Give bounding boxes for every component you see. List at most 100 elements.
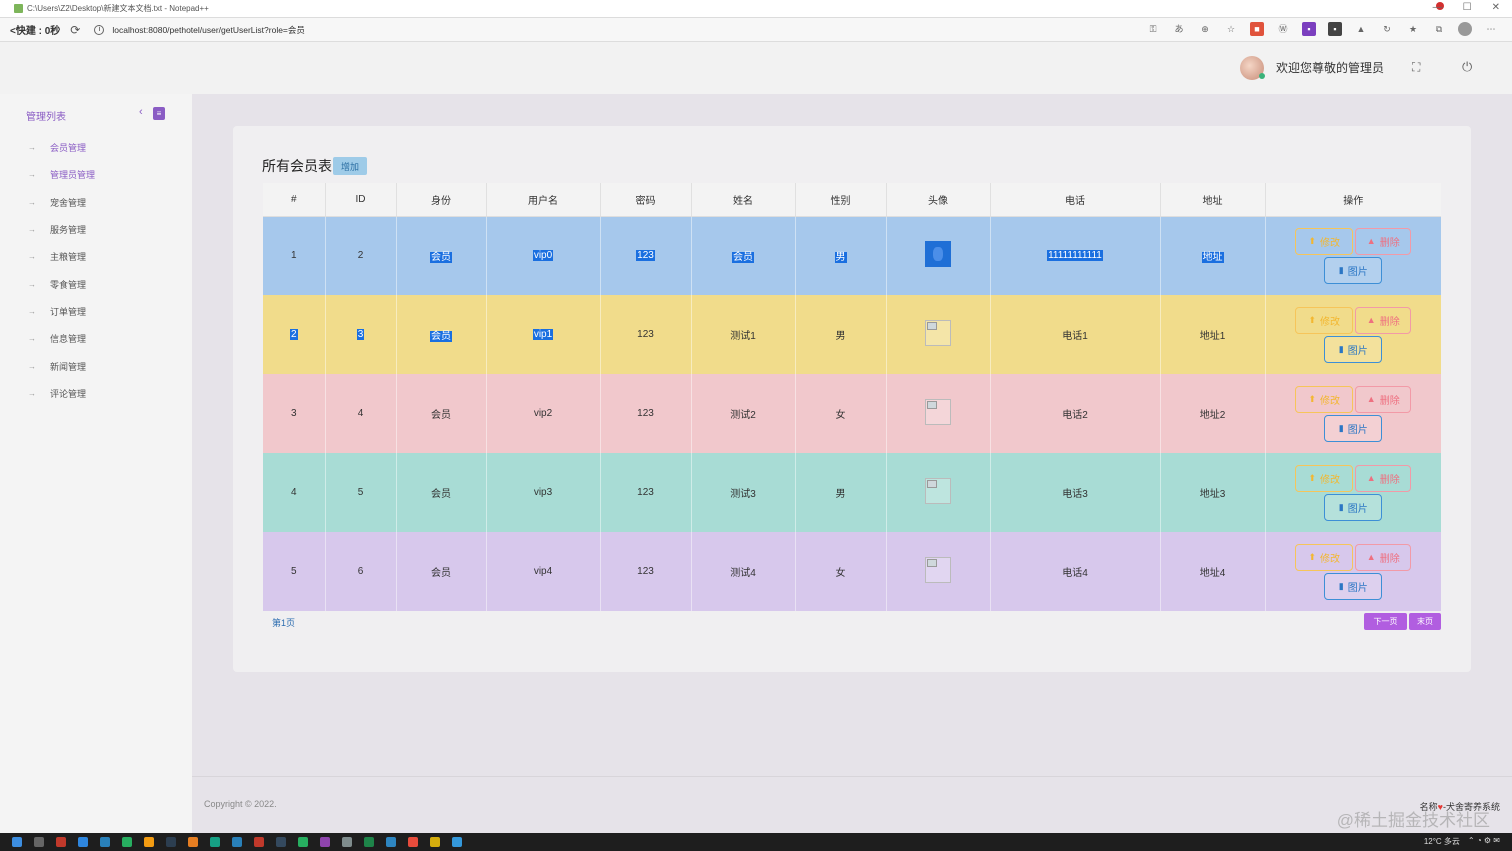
sidebar-item-kennel[interactable]: → 宠舍管理 [0,189,192,216]
fullscreen-icon[interactable]: ⛶ [1412,60,1420,75]
file-icon: ▮ [1338,580,1344,591]
image-button[interactable]: ▮ 图片 [1324,256,1383,284]
arrow-icon: → [28,252,36,262]
sidebar-item-member[interactable]: → 会员管理 [0,134,192,161]
minimize-icon[interactable]: — [1433,2,1443,13]
cell-username: vip3 [486,453,601,532]
sidebar-item-info[interactable]: → 信息管理 [0,325,192,352]
delete-button[interactable]: ▲ 删除 [1355,543,1412,571]
cell-id: 5 [325,453,397,532]
app-icon[interactable] [298,837,308,847]
extension-red-icon[interactable]: ■ [1250,22,1264,36]
app-icon[interactable] [188,837,198,847]
column-header: 身份 [396,183,487,217]
cell-username: vip2 [486,374,601,453]
delete-button[interactable]: ▲ 删除 [1355,464,1412,492]
edge-icon[interactable] [452,837,462,847]
cell-role-text: 会员 [430,252,452,264]
wechat-icon[interactable] [122,837,132,847]
edit-button[interactable]: ⬆ 修改 [1295,464,1354,492]
cell-num: 2 [263,295,326,374]
ide-icon[interactable] [166,837,176,847]
cell-avatar [886,453,991,532]
edit-button[interactable]: ⬆ 修改 [1295,227,1354,255]
close-icon[interactable]: ✕ [1492,2,1500,13]
image-button[interactable]: ▮ 图片 [1324,414,1383,442]
column-header: 用户名 [486,183,601,217]
image-button[interactable]: ▮ 图片 [1324,493,1383,521]
app-icon[interactable] [254,837,264,847]
delete-button[interactable]: ▲ 删除 [1355,227,1412,255]
app-icon[interactable] [342,837,352,847]
window-title: C:\Users\Z2\Desktop\新建文本文档.txt - Notepad… [27,4,209,13]
app-icon[interactable] [408,837,418,847]
sidebar-item-news[interactable]: → 新闻管理 [0,352,192,379]
collapse-icon[interactable]: ‹ [139,106,143,118]
table-row: 1 2 会员 vip0 123 会员 男 11111111111 地址 ⬆修改 [263,216,1441,295]
sidebar-item-admin[interactable]: → 管理员管理 [0,161,192,188]
cell-username: vip0 [486,216,601,295]
edit-button[interactable]: ⬆ 修改 [1295,385,1354,413]
extension-dark-icon[interactable]: ▪ [1328,22,1342,36]
chrome-icon[interactable] [144,837,154,847]
favorites-icon[interactable]: ★ [1406,22,1420,36]
app-icon[interactable] [210,837,220,847]
translate-icon[interactable]: あ [1172,22,1186,36]
sidebar-item-label: 信息管理 [50,334,87,345]
maximize-icon[interactable]: ☐ [1463,2,1472,13]
delete-label: 删除 [1379,474,1400,486]
last-page-button[interactable]: 末页 [1409,613,1441,630]
tray-icons[interactable]: ⌃ ◔ ⚙ ✉ [1468,836,1500,847]
cell-id-text: 3 [356,329,365,340]
upload-icon: ⬆ [1308,314,1317,325]
reload-icon[interactable]: ⟳ [70,23,80,37]
address-input[interactable]: localhost:8080/pethotel/user/getUserList… [112,24,305,36]
excel-icon[interactable] [364,837,374,847]
app-icon[interactable] [320,837,330,847]
delete-button[interactable]: ▲ 删除 [1355,385,1412,413]
table-row: 5 6 会员 vip4 123 测试4 女 电话4 地址4 ⬆修改 ▲删除 [263,532,1441,611]
cell-name: 测试2 [691,374,796,453]
sidebar-item-service[interactable]: → 服务管理 [0,216,192,243]
power-icon[interactable]: ⏻ [1462,59,1472,75]
next-page-button[interactable]: 下一页 [1364,613,1407,630]
key-icon[interactable]: ⚿ [1146,22,1160,36]
more-icon[interactable]: ⋯ [1484,22,1498,36]
collections-icon[interactable]: ⧉ [1432,22,1446,36]
delete-label: 删除 [1379,237,1400,249]
app-icon[interactable] [100,837,110,847]
app-icon[interactable] [276,837,286,847]
edit-button[interactable]: ⬆ 修改 [1295,543,1354,571]
search-icon[interactable] [34,837,44,847]
arrow-icon: → [28,361,36,371]
add-button[interactable]: 增加 [333,157,367,175]
delete-button[interactable]: ▲ 删除 [1355,306,1412,334]
extension-purple-icon[interactable]: ▪ [1302,22,1316,36]
image-button[interactable]: ▮ 图片 [1324,335,1383,363]
zoom-icon[interactable]: ⊕ [1198,22,1212,36]
word-icon[interactable] [386,837,396,847]
profile-icon[interactable] [1458,22,1472,36]
app-icon[interactable] [56,837,66,847]
app-icon[interactable] [430,837,440,847]
back-button[interactable]: <快建 : 0秒 [10,22,60,37]
admin-avatar[interactable] [1240,56,1265,80]
book-icon[interactable]: ≡ [153,107,165,120]
start-icon[interactable] [12,837,22,847]
edit-button[interactable]: ⬆ 修改 [1295,306,1354,334]
extension-w-icon[interactable]: Ⓦ [1276,22,1290,36]
site-info-icon[interactable]: i [94,24,105,35]
image-button[interactable]: ▮ 图片 [1324,572,1383,600]
app-icon[interactable] [232,837,242,847]
warning-icon: ▲ [1366,394,1376,404]
sidebar-item-snack[interactable]: → 零食管理 [0,270,192,297]
sidebar-item-comment[interactable]: → 评论管理 [0,380,192,407]
extension-orange-icon[interactable]: ▲ [1354,22,1368,36]
favorite-add-icon[interactable]: ☆ [1224,22,1238,36]
sidebar-item-order[interactable]: → 订单管理 [0,298,192,325]
cell-avatar [886,532,991,611]
image-label: 图片 [1347,582,1368,594]
extension-refresh-icon[interactable]: ↻ [1380,22,1394,36]
sidebar-item-food[interactable]: → 主粮管理 [0,243,192,270]
app-icon[interactable] [78,837,88,847]
